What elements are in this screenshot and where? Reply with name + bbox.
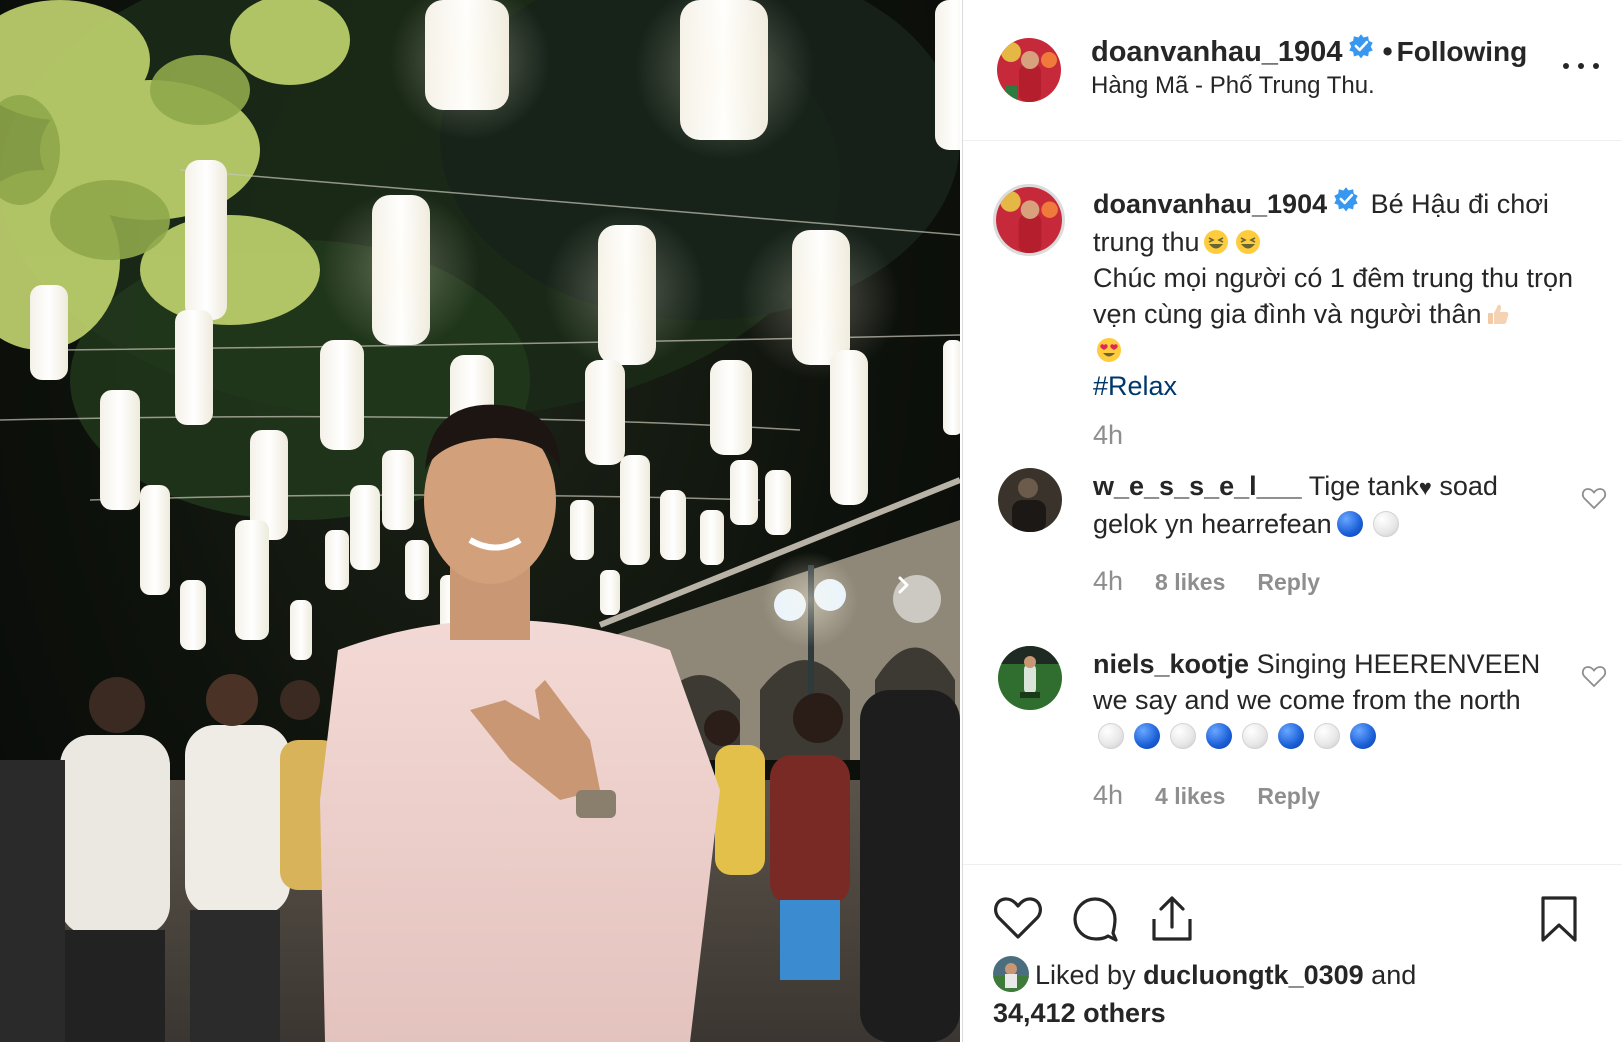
like-comment-heart-icon[interactable]	[1581, 486, 1607, 510]
comment-username[interactable]: w_e_s_s_e_l___	[1093, 471, 1302, 501]
post-photo[interactable]	[0, 0, 960, 1042]
share-icon[interactable]	[1149, 895, 1195, 943]
comment-text: niels_kootje Singing HEERENVEEN we say a…	[1093, 646, 1553, 754]
white-circle-emoji-icon	[1170, 722, 1196, 749]
hashtag-link[interactable]: #Relax	[1093, 371, 1177, 401]
commenter-avatar[interactable]	[998, 468, 1062, 532]
liked-by-conj: and	[1371, 960, 1417, 990]
comment-time: 4h	[1093, 780, 1124, 810]
grinning-squint-emoji-icon	[1235, 228, 1261, 254]
comment-icon[interactable]	[1071, 895, 1119, 943]
caption-author-avatar[interactable]	[993, 184, 1065, 256]
white-circle-emoji-icon	[1098, 722, 1124, 749]
heart-icon[interactable]	[993, 895, 1043, 941]
commenter-avatar[interactable]	[998, 646, 1062, 710]
like-comment-heart-icon[interactable]	[1581, 664, 1607, 688]
following-button[interactable]: Following	[1397, 36, 1528, 67]
reply-button[interactable]: Reply	[1257, 569, 1320, 596]
separator-dot: •	[1382, 36, 1393, 68]
post-actions: Liked by ducluongtk_0309 and 34,412 othe…	[963, 864, 1622, 1042]
verified-badge-icon	[1348, 33, 1374, 67]
liked-by-row: Liked by ducluongtk_0309 and 34,412 othe…	[993, 955, 1613, 1031]
reply-button[interactable]: Reply	[1257, 783, 1320, 810]
comment-likes-count[interactable]: 8 likes	[1155, 569, 1225, 596]
comment-meta: 4h 8 likes Reply	[1093, 566, 1320, 597]
comment-text: w_e_s_s_e_l___ Tige tank♥ soad gelok yn …	[1093, 468, 1553, 542]
blue-circle-emoji-icon	[1278, 722, 1304, 749]
comment-username[interactable]: niels_kootje	[1093, 649, 1249, 679]
grinning-squint-emoji-icon	[1203, 228, 1229, 254]
white-circle-emoji-icon	[1314, 722, 1340, 749]
carousel-next-button[interactable]	[893, 575, 941, 623]
post-header: doanvanhau_1904 • Following Hàng Mã - Phố …	[963, 0, 1622, 141]
caption-text: doanvanhau_1904 Bé Hậu đi chơi trung thu…	[1093, 186, 1593, 404]
comment-text-part1: Tige tank	[1308, 471, 1419, 501]
more-options-icon[interactable]	[1563, 56, 1599, 76]
comment-likes-count[interactable]: 4 likes	[1155, 783, 1225, 810]
photo-scene	[0, 0, 960, 1042]
liker-username[interactable]: ducluongtk_0309	[1143, 960, 1364, 990]
comment-time: 4h	[1093, 566, 1124, 596]
liked-by-prefix: Liked by	[1035, 960, 1136, 990]
header-username-row: doanvanhau_1904 • Following	[1091, 33, 1528, 70]
thumbs-up-emoji-icon	[1485, 300, 1511, 326]
post-location[interactable]: Hàng Mã - Phố Trung Thu.	[1091, 72, 1375, 100]
comments-section: doanvanhau_1904 Bé Hậu đi chơi trung thu…	[963, 142, 1622, 864]
white-circle-emoji-icon	[1242, 722, 1268, 749]
comment-meta: 4h 4 likes Reply	[1093, 780, 1320, 811]
white-circle-emoji-icon	[1372, 510, 1399, 537]
heart-eyes-emoji-icon	[1096, 336, 1122, 362]
blue-circle-emoji-icon	[1350, 722, 1376, 749]
blue-circle-emoji-icon	[1336, 510, 1363, 537]
blue-circle-emoji-icon	[1134, 722, 1160, 749]
likes-count[interactable]: 34,412 others	[993, 998, 1166, 1028]
liker-avatar[interactable]	[993, 955, 1029, 992]
author-username[interactable]: doanvanhau_1904	[1091, 36, 1342, 68]
caption-username[interactable]: doanvanhau_1904	[1093, 189, 1327, 219]
post-side-panel: doanvanhau_1904 • Following Hàng Mã - Phố …	[962, 0, 1622, 1042]
bookmark-icon[interactable]	[1539, 895, 1579, 943]
black-heart-emoji-icon: ♥	[1418, 475, 1432, 500]
blue-circle-emoji-icon	[1206, 722, 1232, 749]
verified-badge-icon	[1333, 185, 1359, 221]
author-avatar[interactable]	[997, 38, 1061, 102]
caption-time: 4h	[1093, 420, 1124, 450]
chevron-right-icon	[898, 576, 909, 594]
